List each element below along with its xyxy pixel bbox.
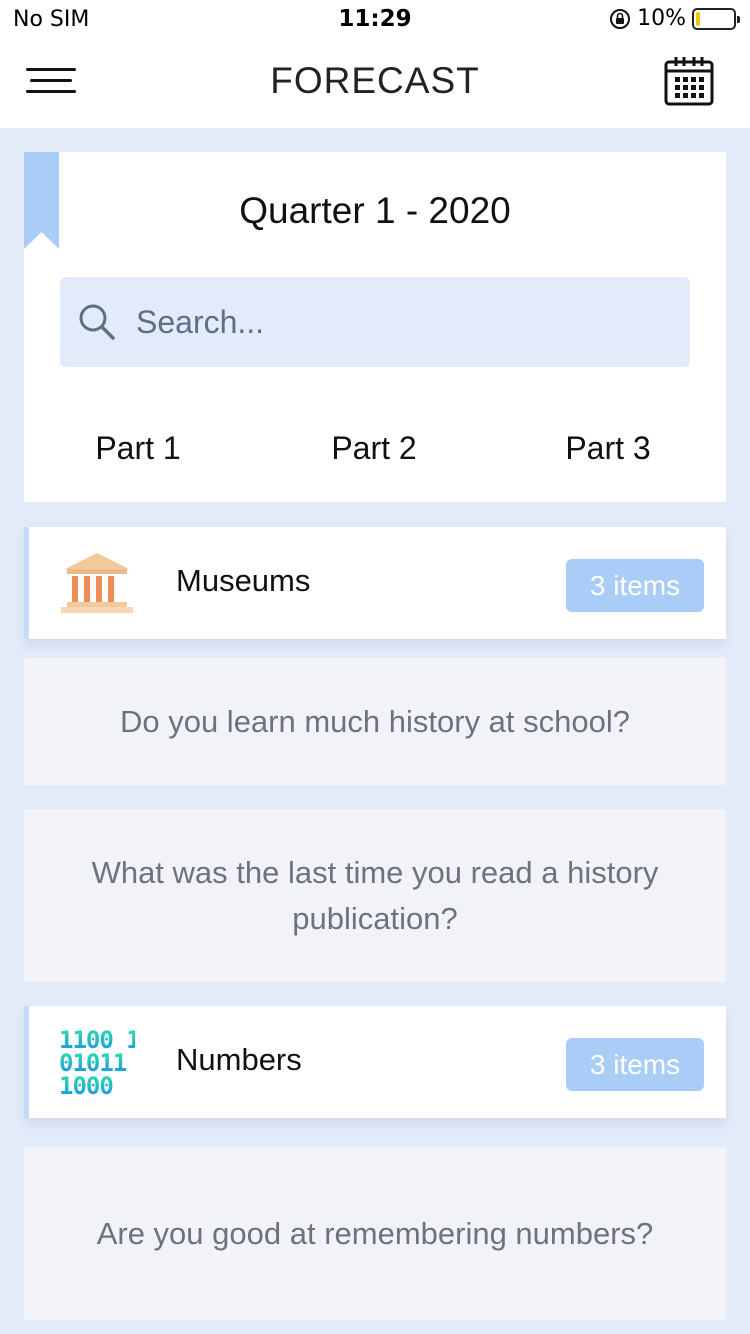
question-card[interactable]: Are you good at remembering numbers? <box>24 1147 726 1320</box>
battery-percent: 10% <box>637 6 686 31</box>
quarter-header-card: Quarter 1 - 2020 Part 1 Part 2 Part 3 <box>24 152 726 502</box>
question-card[interactable]: What was the last time you read a histor… <box>24 809 726 982</box>
part-tabs: Part 1 Part 2 Part 3 <box>24 422 726 482</box>
calendar-icon[interactable] <box>664 56 714 106</box>
search-input[interactable] <box>136 297 656 347</box>
status-right-group: 10% <box>609 6 740 31</box>
group-row-numbers[interactable]: 1100 1 01011 1000 Numbers 3 items <box>24 1006 726 1118</box>
battery-level <box>696 11 700 26</box>
tab-part-3[interactable]: Part 3 <box>508 430 708 467</box>
quarter-title: Quarter 1 - 2020 <box>239 190 511 231</box>
status-bar: No SIM 11:29 10% <box>0 0 750 40</box>
svg-text:1000: 1000 <box>59 1072 113 1096</box>
question-card[interactable]: Do you learn much history at school? <box>24 658 726 785</box>
group-row-museums[interactable]: Museums 3 items <box>24 527 726 639</box>
search-icon <box>79 304 115 340</box>
tab-part-2[interactable]: Part 2 <box>274 430 474 467</box>
items-count-badge: 3 items <box>566 1038 704 1091</box>
rotation-lock-icon <box>610 8 631 29</box>
group-label: Numbers <box>176 1042 302 1077</box>
items-count-badge: 3 items <box>566 559 704 612</box>
battery-icon <box>692 7 740 30</box>
search-box[interactable] <box>60 277 690 367</box>
nav-bar: FORECAST <box>0 40 750 128</box>
binary-numbers-icon: 1100 1 01011 1000 <box>59 1028 135 1096</box>
page-title: FORECAST <box>270 60 480 101</box>
tab-part-1[interactable]: Part 1 <box>38 430 238 467</box>
museum-icon <box>61 553 133 613</box>
group-label: Museums <box>176 563 311 598</box>
